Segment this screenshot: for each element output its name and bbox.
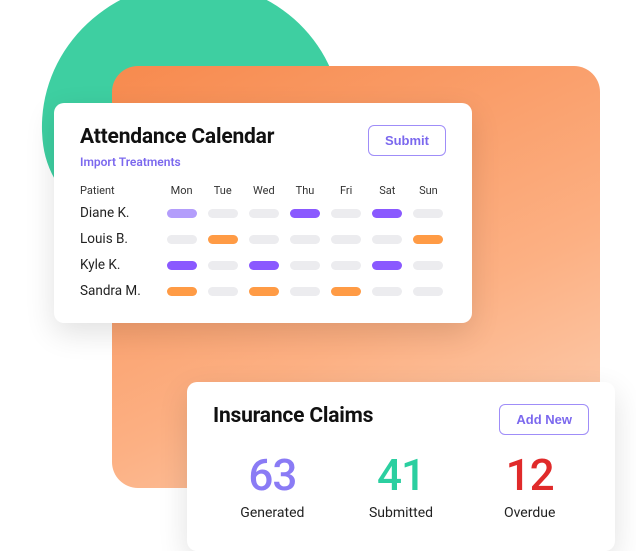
table-row: Sandra M. (80, 283, 446, 299)
claim-value: 63 (213, 453, 332, 497)
table-row: Kyle K. (80, 257, 446, 273)
attendance-pill (331, 261, 361, 270)
claims-title: Insurance Claims (213, 404, 373, 428)
attendance-pill (331, 287, 361, 296)
attendance-card: Attendance Calendar Import Treatments Su… (54, 103, 472, 323)
attendance-pill (208, 261, 238, 270)
attendance-pill (331, 209, 361, 218)
patient-name: Kyle K. (80, 257, 158, 273)
claim-stat: 63 Generated (213, 453, 332, 521)
table-row: Diane K. (80, 205, 446, 221)
patient-name: Diane K. (80, 205, 158, 221)
claims-stats: 63 Generated 41 Submitted 12 Overdue (213, 453, 589, 521)
attendance-pill (331, 235, 361, 244)
claims-card: Insurance Claims Add New 63 Generated 41 Su… (187, 382, 615, 551)
claim-value: 41 (342, 453, 461, 497)
table-row: Louis B. (80, 231, 446, 247)
attendance-pill (249, 261, 279, 270)
attendance-pill (372, 235, 402, 244)
col-day: Sat (370, 184, 405, 197)
attendance-pill (167, 261, 197, 270)
attendance-pill (167, 209, 197, 218)
attendance-pill (249, 287, 279, 296)
attendance-pill (413, 235, 443, 244)
import-treatments-link[interactable]: Import Treatments (80, 155, 181, 169)
claim-label: Submitted (342, 505, 461, 521)
col-day: Sun (411, 184, 446, 197)
attendance-header-row: Patient Mon Tue Wed Thu Fri Sat Sun (80, 184, 446, 197)
claim-label: Overdue (470, 505, 589, 521)
submit-button[interactable]: Submit (368, 125, 446, 156)
col-day: Mon (164, 184, 199, 197)
attendance-pill (413, 287, 443, 296)
claim-stat: 41 Submitted (342, 453, 461, 521)
attendance-title: Attendance Calendar (80, 125, 274, 149)
claim-stat: 12 Overdue (470, 453, 589, 521)
attendance-pill (290, 287, 320, 296)
col-day: Fri (329, 184, 364, 197)
attendance-pill (290, 261, 320, 270)
attendance-pill (413, 261, 443, 270)
attendance-table: Patient Mon Tue Wed Thu Fri Sat Sun Diane K. Lou… (80, 184, 446, 299)
claim-value: 12 (470, 453, 589, 497)
attendance-pill (208, 287, 238, 296)
col-day: Wed (246, 184, 281, 197)
attendance-pill (372, 287, 402, 296)
col-patient: Patient (80, 184, 158, 197)
patient-name: Sandra M. (80, 283, 158, 299)
attendance-pill (290, 235, 320, 244)
attendance-pill (167, 235, 197, 244)
attendance-pill (290, 209, 320, 218)
attendance-pill (249, 209, 279, 218)
attendance-pill (372, 261, 402, 270)
col-day: Tue (205, 184, 240, 197)
col-day: Thu (287, 184, 322, 197)
patient-name: Louis B. (80, 231, 158, 247)
attendance-pill (208, 209, 238, 218)
attendance-pill (167, 287, 197, 296)
attendance-pill (413, 209, 443, 218)
attendance-pill (249, 235, 279, 244)
claim-label: Generated (213, 505, 332, 521)
attendance-pill (372, 209, 402, 218)
attendance-pill (208, 235, 238, 244)
add-new-button[interactable]: Add New (499, 404, 589, 435)
